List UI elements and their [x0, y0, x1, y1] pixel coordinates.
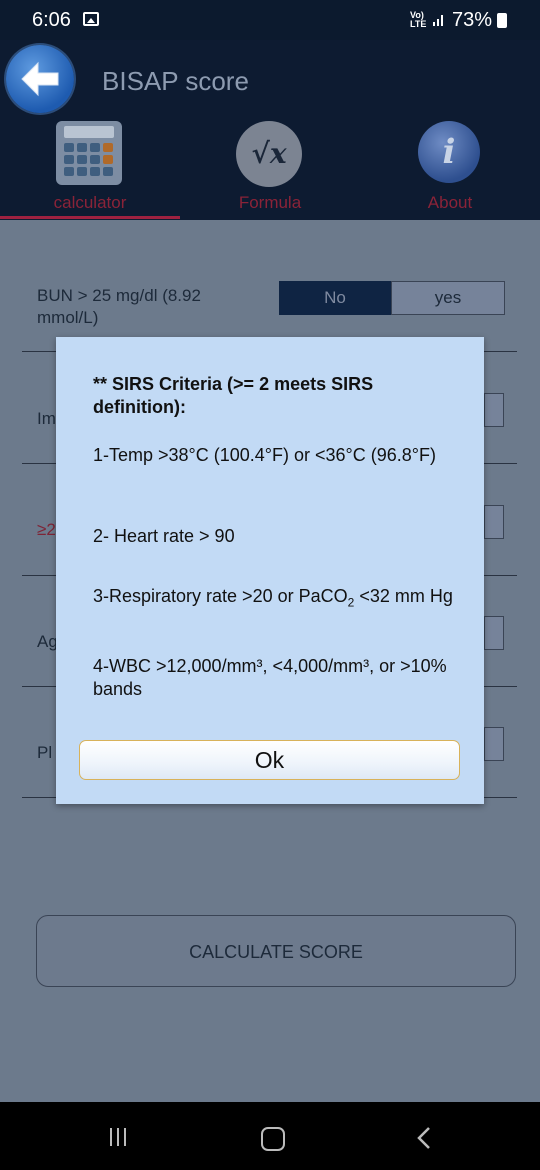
- impaired-mental-label: Im: [37, 409, 56, 428]
- gallery-notification-icon: [83, 12, 99, 26]
- home-button[interactable]: [261, 1127, 285, 1151]
- battery-percent: 73%: [452, 9, 493, 31]
- criteria-wbc: 4-WBC >12,000/mm³, <4,000/mm³, or >10% b…: [93, 656, 447, 699]
- bun-label: BUN > 25 mg/dl (8.92 mmol/L): [37, 286, 201, 327]
- criteria-respiratory-text: 3-Respiratory rate >20 or PaCO: [93, 586, 348, 606]
- dialog-title: ** SIRS Criteria (>= 2 meets SIRS defini…: [93, 374, 374, 417]
- sirs-label[interactable]: ≥2: [37, 519, 56, 541]
- tab-label: calculator: [53, 193, 127, 212]
- recent-apps-button[interactable]: [110, 1128, 131, 1151]
- tab-about[interactable]: i About: [360, 115, 540, 219]
- tab-formula[interactable]: √x Formula: [180, 115, 360, 219]
- bun-no-option[interactable]: No: [279, 281, 391, 315]
- ok-button[interactable]: Ok: [79, 740, 460, 780]
- back-arrow-icon: [21, 61, 59, 97]
- status-time: 6:06: [32, 9, 71, 31]
- criteria-temp: 1-Temp >38°C (100.4°F) or <36°C (96.8°F): [93, 445, 436, 465]
- bun-yes-option[interactable]: yes: [391, 281, 505, 315]
- criteria-respiratory-text-end: <32 mm Hg: [354, 586, 453, 606]
- pleural-effusion-label: Pl: [37, 743, 53, 762]
- age-label: Ag: [37, 632, 58, 651]
- tab-calculator[interactable]: calculator: [0, 115, 180, 219]
- formula-icon: √x: [236, 121, 302, 187]
- impaired-mental-toggle[interactable]: [484, 393, 504, 427]
- criteria-heart-rate: 2- Heart rate > 90: [93, 526, 235, 546]
- age-toggle[interactable]: [484, 616, 504, 650]
- battery-icon: [497, 13, 507, 28]
- pleural-effusion-toggle[interactable]: [484, 727, 504, 761]
- info-icon: i: [418, 121, 480, 183]
- page-title: BISAP score: [102, 66, 249, 96]
- nav-back-icon[interactable]: [414, 1126, 434, 1150]
- sirs-toggle[interactable]: [484, 505, 504, 539]
- calculator-icon: [56, 121, 122, 185]
- app-header: BISAP score calculator √x Formula i Abou…: [0, 40, 540, 220]
- calculate-score-button[interactable]: CALCULATE SCORE: [36, 915, 516, 987]
- system-nav-bar: [0, 1102, 540, 1170]
- volte-icon: Vo) LTE: [410, 10, 427, 29]
- tab-label: About: [427, 193, 473, 212]
- criteria-respiratory: 3-Respiratory rate >20 or PaCO2 <32 mm H…: [93, 585, 453, 615]
- tab-label: Formula: [238, 193, 302, 212]
- back-button[interactable]: [6, 45, 74, 113]
- bun-toggle[interactable]: No yes: [279, 281, 505, 315]
- sirs-criteria-dialog: ** SIRS Criteria (>= 2 meets SIRS defini…: [56, 337, 484, 804]
- status-bar: 6:06 Vo) LTE 73%: [0, 0, 540, 40]
- signal-icon: [433, 15, 443, 26]
